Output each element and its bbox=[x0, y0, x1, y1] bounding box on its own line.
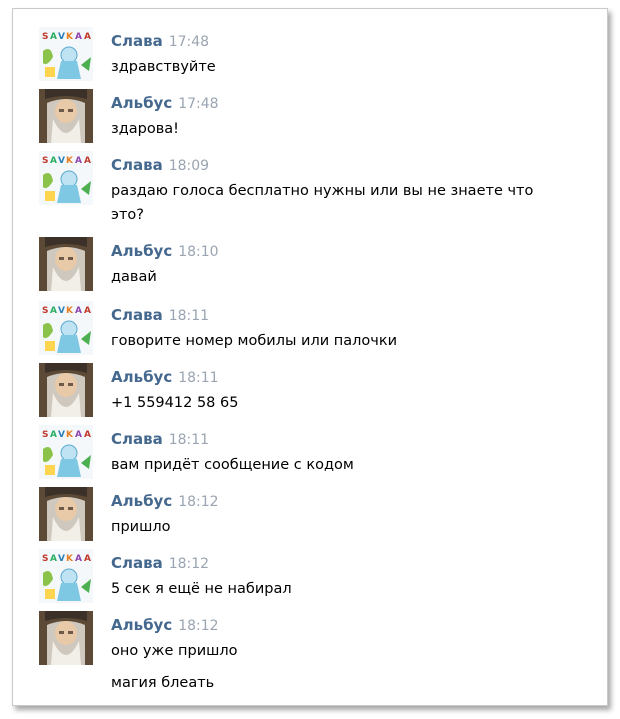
message-text: оно уже пришло bbox=[111, 643, 238, 659]
message-text: раздаю голоса бесплатно нужны или вы не … bbox=[111, 183, 534, 199]
svg-text:K: K bbox=[66, 430, 74, 440]
chat-window: S A V K A A Слава 17:48 здравствуйте Аль… bbox=[12, 8, 608, 706]
cartoon-avatar-icon[interactable]: S A V K A A bbox=[39, 425, 93, 479]
message-time: 18:10 bbox=[178, 244, 219, 260]
svg-text:A: A bbox=[84, 32, 91, 42]
svg-text:A: A bbox=[50, 306, 57, 316]
svg-text:A: A bbox=[84, 554, 91, 564]
message-author[interactable]: Слава bbox=[111, 554, 163, 572]
message-time: 18:09 bbox=[168, 158, 210, 174]
svg-text:K: K bbox=[66, 306, 74, 316]
svg-text:K: K bbox=[66, 554, 74, 564]
cartoon-avatar-icon[interactable]: S A V K A A bbox=[39, 549, 93, 603]
message-time: 18:12 bbox=[168, 556, 210, 572]
bearded-wizard-avatar-icon[interactable] bbox=[39, 487, 93, 541]
bearded-wizard-avatar-icon[interactable] bbox=[39, 611, 93, 665]
message-text: +1 559412 58 65 bbox=[111, 395, 239, 411]
message-time: 17:48 bbox=[178, 96, 219, 112]
svg-text:V: V bbox=[58, 32, 65, 42]
message-author[interactable]: Слава bbox=[111, 306, 163, 324]
cartoon-avatar-icon[interactable]: S A V K A A bbox=[39, 27, 93, 81]
message-author[interactable]: Альбус bbox=[111, 492, 172, 510]
svg-text:S: S bbox=[42, 554, 48, 564]
message-time: 18:11 bbox=[168, 432, 210, 448]
message-author[interactable]: Альбус bbox=[111, 242, 172, 260]
svg-text:V: V bbox=[58, 156, 65, 166]
svg-text:A: A bbox=[75, 32, 82, 42]
bearded-wizard-avatar-icon[interactable] bbox=[39, 363, 93, 417]
cartoon-avatar-icon[interactable]: S A V K A A bbox=[39, 151, 93, 205]
message-text: здарова! bbox=[111, 121, 179, 137]
message-time: 18:11 bbox=[178, 370, 219, 386]
svg-text:S: S bbox=[42, 430, 48, 440]
svg-text:K: K bbox=[66, 32, 74, 42]
message-time: 17:48 bbox=[168, 34, 210, 50]
bearded-wizard-avatar-icon[interactable] bbox=[39, 89, 93, 143]
message-text: вам придёт сообщение с кодом bbox=[111, 457, 354, 473]
svg-text:A: A bbox=[50, 430, 57, 440]
svg-text:A: A bbox=[75, 156, 82, 166]
message-text: пришло bbox=[111, 519, 171, 535]
svg-text:S: S bbox=[42, 32, 48, 42]
svg-text:S: S bbox=[42, 156, 48, 166]
message-author[interactable]: Альбус bbox=[111, 616, 172, 634]
svg-text:A: A bbox=[84, 306, 91, 316]
message-author[interactable]: Слава bbox=[111, 430, 163, 448]
message-text: говорите номер мобилы или палочки bbox=[111, 333, 398, 349]
message-author[interactable]: Слава bbox=[111, 32, 163, 50]
svg-text:A: A bbox=[50, 32, 57, 42]
svg-text:A: A bbox=[50, 554, 57, 564]
message-text: здравствуйте bbox=[111, 59, 216, 75]
message-list: S A V K A A Слава 17:48 здравствуйте Аль… bbox=[13, 9, 607, 705]
svg-text:A: A bbox=[75, 306, 82, 316]
svg-text:K: K bbox=[66, 156, 74, 166]
message-author[interactable]: Альбус bbox=[111, 368, 172, 386]
svg-text:S: S bbox=[42, 306, 48, 316]
message-author[interactable]: Альбус bbox=[111, 94, 172, 112]
message-text: это? bbox=[111, 207, 144, 223]
svg-text:V: V bbox=[58, 306, 65, 316]
message-time: 18:12 bbox=[178, 494, 219, 510]
svg-text:V: V bbox=[58, 554, 65, 564]
svg-text:A: A bbox=[50, 156, 57, 166]
bearded-wizard-avatar-icon[interactable] bbox=[39, 237, 93, 291]
message-author[interactable]: Слава bbox=[111, 156, 163, 174]
svg-text:A: A bbox=[75, 430, 82, 440]
message-time: 18:11 bbox=[168, 308, 210, 324]
svg-text:A: A bbox=[84, 430, 91, 440]
svg-text:A: A bbox=[75, 554, 82, 564]
message-text: 5 сек я ещё не набирал bbox=[111, 581, 292, 597]
message-time: 18:12 bbox=[178, 618, 219, 634]
cartoon-avatar-icon[interactable]: S A V K A A bbox=[39, 301, 93, 355]
message-text: магия блеать bbox=[111, 675, 215, 691]
message-text: давай bbox=[111, 269, 157, 285]
svg-text:V: V bbox=[58, 430, 65, 440]
svg-text:A: A bbox=[84, 156, 91, 166]
